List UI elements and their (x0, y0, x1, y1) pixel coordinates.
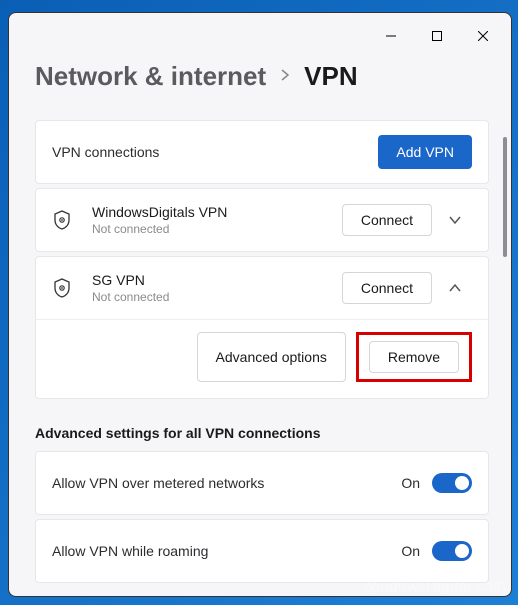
remove-button[interactable]: Remove (369, 341, 459, 373)
connect-button[interactable]: Connect (342, 272, 432, 304)
vpn-connection-item: SG VPN Not connected Connect Advanced op… (35, 256, 489, 399)
setting-state: On (401, 475, 420, 491)
settings-window: Network & internet VPN VPN connections A… (8, 12, 512, 597)
advanced-options-button[interactable]: Advanced options (197, 332, 346, 382)
scrollbar-thumb[interactable] (503, 137, 507, 257)
advanced-settings-title: Advanced settings for all VPN connection… (35, 425, 489, 441)
minimize-icon (386, 31, 396, 41)
vpn-name: WindowsDigitals VPN (92, 204, 342, 220)
close-button[interactable] (461, 21, 505, 51)
collapse-button[interactable] (438, 283, 472, 293)
breadcrumb-parent[interactable]: Network & internet (35, 61, 266, 92)
vpn-connections-label: VPN connections (52, 144, 378, 160)
breadcrumb: Network & internet VPN (35, 61, 489, 92)
toggle-switch[interactable] (432, 473, 472, 493)
shield-icon (52, 209, 92, 231)
maximize-icon (432, 31, 442, 41)
setting-card: Allow VPN while roaming On (35, 519, 489, 583)
setting-card: Allow VPN over metered networks On (35, 451, 489, 515)
chevron-down-icon (448, 215, 462, 225)
vpn-status: Not connected (92, 290, 342, 304)
content-area: Network & internet VPN VPN connections A… (9, 55, 511, 596)
toggle-switch[interactable] (432, 541, 472, 561)
maximize-button[interactable] (415, 21, 459, 51)
remove-highlight-box: Remove (356, 332, 472, 382)
vpn-name: SG VPN (92, 272, 342, 288)
vpn-connections-card: VPN connections Add VPN (35, 120, 489, 184)
close-icon (478, 31, 488, 41)
breadcrumb-current: VPN (304, 61, 357, 92)
setting-label: Allow VPN while roaming (52, 543, 401, 559)
scrollbar[interactable] (503, 137, 507, 576)
vpn-status: Not connected (92, 222, 342, 236)
chevron-up-icon (448, 283, 462, 293)
setting-state: On (401, 543, 420, 559)
vpn-connections-header: VPN connections Add VPN (36, 121, 488, 183)
minimize-button[interactable] (369, 21, 413, 51)
expand-button[interactable] (438, 215, 472, 225)
shield-icon (52, 277, 92, 299)
titlebar (9, 13, 511, 55)
connect-button[interactable]: Connect (342, 204, 432, 236)
add-vpn-button[interactable]: Add VPN (378, 135, 472, 169)
chevron-right-icon (280, 66, 290, 87)
setting-label: Allow VPN over metered networks (52, 475, 401, 491)
vpn-expanded-actions: Advanced options Remove (36, 319, 488, 398)
vpn-connection-item: WindowsDigitals VPN Not connected Connec… (35, 188, 489, 252)
